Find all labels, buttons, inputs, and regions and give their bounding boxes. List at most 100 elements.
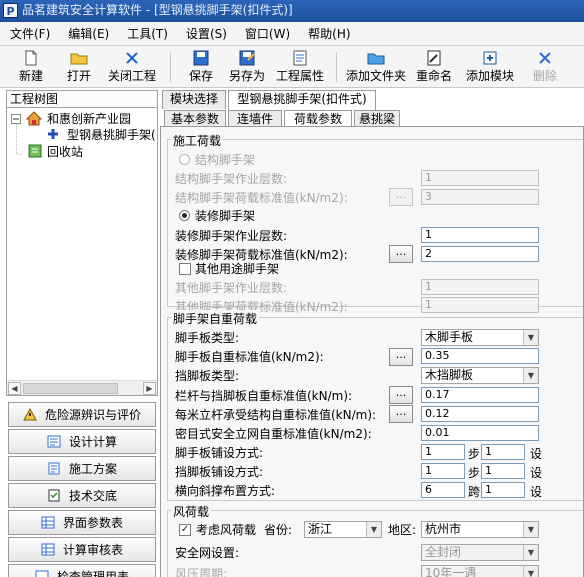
safety-net-value: 全封闭 [425, 545, 462, 559]
tree-horizontal-scrollbar[interactable]: ◀ ▶ [7, 380, 157, 395]
province-select[interactable]: 浙江 ▼ [304, 521, 382, 538]
toe-laying-steps-input[interactable]: 1 [421, 463, 465, 479]
new-label: 新建 [18, 69, 43, 83]
rename-button[interactable]: 重命名 [414, 50, 454, 84]
interface-params-button[interactable]: 界面参数表 [8, 510, 156, 535]
menu-bar: 文件(F) 编辑(E) 工具(T) 设置(S) 窗口(W) 帮助(H) [0, 22, 584, 46]
add-module-label: 添加模块 [465, 69, 514, 83]
brace-set-input[interactable]: 1 [481, 482, 525, 498]
save-button[interactable]: 保存 [184, 50, 218, 84]
hazard-assessment-button[interactable]: 危险源辨识与评价 [8, 402, 156, 427]
save-as-icon [239, 50, 255, 66]
tree-item-project[interactable]: 和惠创新产业园 [47, 112, 131, 126]
load-params-panel: 施工荷载 结构脚手架 结构脚手架作业层数: 1 结构脚手架荷载标准值(kN/m2… [160, 126, 584, 577]
toe-board-type-value: 木挡脚板 [425, 368, 474, 382]
rail-weight-picker-button[interactable]: ... [389, 386, 413, 404]
chevron-down-icon[interactable]: ▼ [523, 566, 538, 577]
set-unit: 设 [530, 485, 543, 499]
other-load-std-input[interactable]: 1 [421, 297, 539, 313]
top-tab-bar: 模块选择 型钢悬挑脚手架(扣件式) [160, 90, 584, 110]
chevron-down-icon[interactable]: ▼ [523, 545, 538, 560]
tree-item-recycle[interactable]: 回收站 [47, 145, 83, 159]
board-type-select[interactable]: 木脚手板 ▼ [421, 329, 539, 346]
add-module-button[interactable]: 添加模块 [464, 50, 516, 84]
decoration-load-std-input[interactable]: 2 [421, 246, 539, 262]
consider-wind-checkbox[interactable]: ✓ [179, 524, 191, 536]
project-tree[interactable]: 和惠创新产业园 型钢悬挑脚手架( 回收站 [6, 108, 158, 396]
region-select[interactable]: 杭州市 ▼ [421, 521, 539, 538]
structural-layers-input[interactable]: 1 [421, 170, 539, 186]
span-unit: 跨 [468, 485, 481, 499]
scroll-left-icon[interactable]: ◀ [8, 382, 21, 395]
delete-button[interactable]: 删除 [530, 50, 560, 84]
pole-weight-input[interactable]: 0.12 [421, 406, 539, 422]
open-button[interactable]: 打开 [62, 50, 96, 84]
structural-scaffold-radio[interactable] [179, 154, 190, 165]
construction-load-group: 施工荷载 结构脚手架 结构脚手架作业层数: 1 结构脚手架荷载标准值(kN/m2… [167, 132, 583, 314]
steps-unit: 步 [468, 447, 481, 461]
add-folder-label: 添加文件夹 [345, 69, 406, 83]
menu-file[interactable]: 文件(F) [10, 25, 50, 42]
toe-board-type-select[interactable]: 木挡脚板 ▼ [421, 367, 539, 384]
design-calc-button[interactable]: 设计计算 [8, 429, 156, 454]
menu-edit[interactable]: 编辑(E) [68, 25, 109, 42]
rename-label: 重命名 [415, 69, 452, 83]
toolbar: 新建 打开 关闭工程 保存 另存为 工程属性 添加文件夹 重命名 添加模块 删除 [0, 46, 584, 88]
close-project-button[interactable]: 关闭工程 [104, 50, 160, 84]
rail-weight-input[interactable]: 0.17 [421, 387, 539, 403]
new-button[interactable]: 新建 [14, 50, 48, 84]
menu-tools[interactable]: 工具(T) [127, 25, 168, 42]
decoration-layers-input[interactable]: 1 [421, 227, 539, 243]
technical-handover-button[interactable]: 技术交底 [8, 483, 156, 508]
chevron-down-icon[interactable]: ▼ [523, 522, 538, 537]
close-project-label: 关闭工程 [107, 69, 156, 83]
menu-help[interactable]: 帮助(H) [308, 25, 350, 42]
brace-span-input[interactable]: 6 [421, 482, 465, 498]
tab-cantilever-scaffold[interactable]: 型钢悬挑脚手架(扣件式) [228, 90, 376, 110]
menu-settings[interactable]: 设置(S) [186, 25, 227, 42]
brace-layout-label: 横向斜撑布置方式: [175, 484, 276, 498]
save-as-button[interactable]: 另存为 [226, 50, 268, 84]
other-layers-input[interactable]: 1 [421, 279, 539, 295]
scroll-thumb[interactable] [23, 383, 118, 394]
calc-review-button[interactable]: 计算审核表 [8, 537, 156, 562]
steps-unit: 步 [468, 466, 481, 480]
module-plus-icon [48, 129, 58, 139]
chevron-down-icon[interactable]: ▼ [366, 522, 381, 537]
board-weight-picker-button[interactable]: ... [389, 348, 413, 366]
safety-net-label: 安全网设置: [175, 546, 240, 560]
scroll-right-icon[interactable]: ▶ [143, 382, 156, 395]
net-weight-input[interactable]: 0.01 [421, 425, 539, 441]
chevron-down-icon[interactable]: ▼ [523, 368, 538, 383]
board-weight-input[interactable]: 0.35 [421, 348, 539, 364]
project-properties-button[interactable]: 工程属性 [274, 50, 326, 84]
tree-item-module[interactable]: 型钢悬挑脚手架( [67, 128, 156, 142]
menu-window[interactable]: 窗口(W) [245, 25, 290, 42]
board-laying-set-input[interactable]: 1 [481, 444, 525, 460]
add-folder-button[interactable]: 添加文件夹 [344, 50, 408, 84]
construction-plan-button[interactable]: 施工方案 [8, 456, 156, 481]
pole-weight-picker-button[interactable]: ... [389, 405, 413, 423]
collapse-icon[interactable] [11, 114, 21, 124]
toe-laying-set-input[interactable]: 1 [481, 463, 525, 479]
safety-net-select[interactable]: 全封闭 ▼ [421, 544, 539, 561]
other-scaffold-checkbox[interactable] [179, 263, 191, 275]
self-weight-group: 脚手架自重荷载 脚手板类型: 木脚手板 ▼ 脚手板自重标准值(kN/m2): .… [167, 310, 583, 501]
region-value: 杭州市 [425, 522, 462, 536]
decoration-scaffold-label: 装修脚手架 [195, 209, 256, 223]
board-laying-steps-input[interactable]: 1 [421, 444, 465, 460]
chevron-down-icon[interactable]: ▼ [523, 330, 538, 345]
decoration-load-picker-button[interactable]: ... [389, 245, 413, 263]
decoration-scaffold-radio[interactable] [179, 210, 190, 221]
structural-load-std-input[interactable]: 3 [421, 189, 539, 205]
structural-load-picker-button[interactable]: ... [389, 188, 413, 206]
tab-module-select[interactable]: 模块选择 [162, 90, 226, 109]
document-icon [48, 462, 60, 475]
delete-icon [539, 52, 551, 64]
inspection-forms-button[interactable]: 检查管理用表 [8, 564, 156, 577]
board-type-label: 脚手板类型: [175, 331, 240, 345]
add-module-icon [483, 51, 497, 65]
wind-period-select[interactable]: 10年一遇 ▼ [421, 565, 539, 577]
project-properties-label: 工程属性 [275, 69, 324, 83]
other-scaffold-label: 其他用途脚手架 [195, 262, 280, 276]
